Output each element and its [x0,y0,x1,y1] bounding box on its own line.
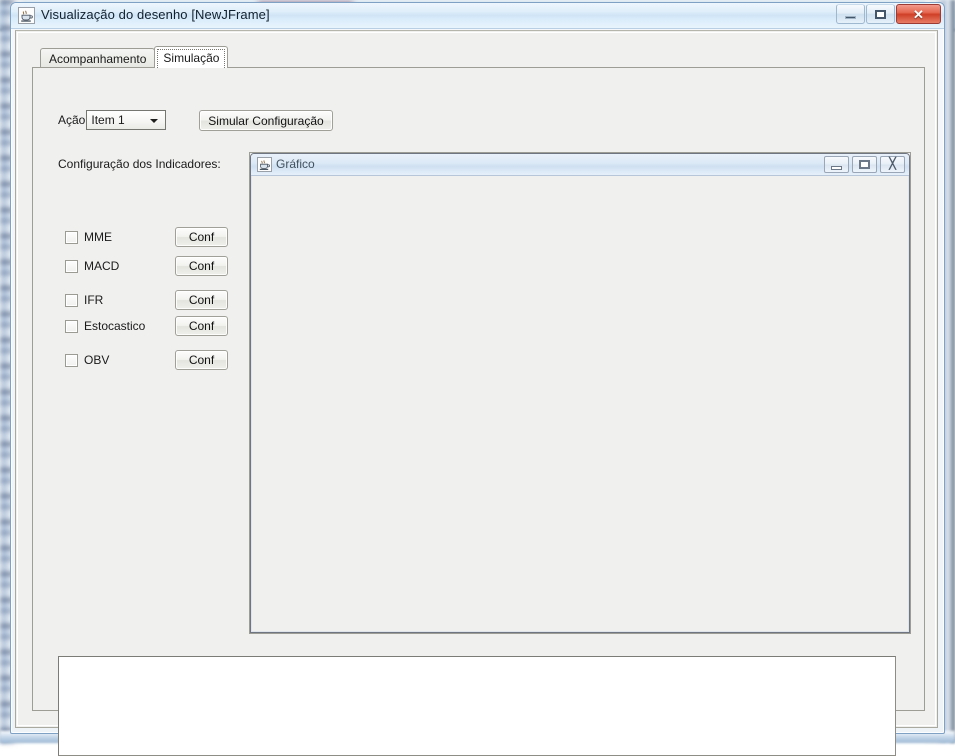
close-icon: ╳ [889,158,896,170]
conf-button-ifr-label: Conf [188,293,215,307]
conf-button-estocastico-label: Conf [188,319,215,333]
internal-frame-titlebar[interactable]: Gráfico ╳ [251,154,909,176]
simular-configuracao-button[interactable]: Simular Configuração [199,110,333,131]
chart-canvas [252,177,908,631]
conf-button-mme-label: Conf [188,230,215,244]
minimize-icon [845,15,856,19]
checkbox-estocastico[interactable] [65,319,78,333]
conf-button-obv[interactable]: Conf [175,350,228,370]
action-row: Ação Item 1 Simular Configuração [58,110,333,131]
indicator-row-mme: MME [65,228,112,246]
internal-frame-controls: ╳ [824,156,905,173]
conf-button-mme[interactable]: Conf [175,227,228,247]
checkbox-mme-label: MME [84,230,112,244]
acao-combobox-value: Item 1 [91,113,125,127]
internal-frame-grafico: Gráfico ╳ [250,153,910,633]
conf-button-ifr[interactable]: Conf [175,290,228,310]
internal-frame-close-button[interactable]: ╳ [880,156,905,173]
indicator-row-macd: MACD [65,257,119,275]
checkbox-estocastico-label: Estocastico [84,319,146,333]
indicator-row-estocastico: Estocastico [65,317,145,335]
desktop-pane: Gráfico ╳ [249,152,911,634]
simular-configuracao-label: Simular Configuração [208,113,324,128]
application-window: Visualização do desenho [NewJFrame] ✕ Ac… [10,2,945,756]
checkbox-obv[interactable] [65,353,78,367]
window-controls: ✕ [836,4,941,24]
window-body: Acompanhamento Simulação Ação Item 1 Sim… [15,30,938,756]
window-title: Visualização do desenho [NewJFrame] [41,7,270,22]
indicator-row-ifr: IFR [65,291,103,309]
acao-label: Ação [58,113,86,127]
maximize-icon [859,160,870,169]
chevron-down-icon [150,119,159,123]
checkbox-ifr-label: IFR [84,293,104,307]
conf-button-macd[interactable]: Conf [175,256,228,276]
internal-frame-maximize-button[interactable] [852,156,877,173]
maximize-button[interactable] [866,4,895,24]
internal-frame-title: Gráfico [276,157,315,171]
java-coffee-cup-icon [18,7,35,24]
checkbox-ifr[interactable] [65,293,78,307]
tab-strip: Acompanhamento Simulação [40,46,229,68]
output-textarea-content [60,658,894,754]
conf-button-macd-label: Conf [188,259,215,273]
conf-button-obv-label: Conf [188,353,215,367]
indicadores-title: Configuração dos Indicadores: [58,157,221,171]
conf-button-estocastico[interactable]: Conf [175,316,228,336]
tab-simulacao[interactable]: Simulação [154,46,229,68]
checkbox-obv-label: OBV [84,353,110,367]
internal-frame-minimize-button[interactable] [824,156,849,173]
tab-acompanhamento-label: Acompanhamento [49,51,147,66]
close-icon: ✕ [913,6,924,22]
acao-combobox[interactable]: Item 1 [86,110,167,130]
tab-panel-simulacao: Ação Item 1 Simular Configuração Configu… [32,67,925,756]
indicator-row-obv: OBV [65,351,109,369]
window-body-inner: Acompanhamento Simulação Ação Item 1 Sim… [17,32,936,756]
window-titlebar[interactable]: Visualização do desenho [NewJFrame] ✕ [11,3,944,29]
minimize-icon [831,165,842,170]
maximize-icon [875,9,886,19]
tab-simulacao-label: Simulação [163,50,220,65]
checkbox-macd-label: MACD [84,259,120,273]
close-button[interactable]: ✕ [896,4,941,24]
checkbox-mme[interactable] [65,230,78,244]
minimize-button[interactable] [836,4,865,24]
checkbox-macd[interactable] [65,259,78,273]
output-textarea[interactable] [58,656,896,756]
java-coffee-cup-icon [257,157,272,172]
tab-acompanhamento[interactable]: Acompanhamento [40,48,156,68]
